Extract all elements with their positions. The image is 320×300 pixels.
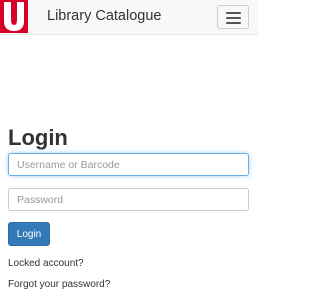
login-button[interactable]: Login	[8, 222, 50, 246]
top-navbar: Library Catalogue	[0, 0, 258, 35]
locked-account-link[interactable]: Locked account?	[8, 258, 84, 269]
university-logo[interactable]	[0, 0, 28, 33]
hamburger-menu-icon[interactable]	[217, 5, 249, 29]
menu-bar	[226, 22, 241, 24]
username-input[interactable]	[8, 153, 249, 176]
forgot-password-link[interactable]: Forgot your password?	[8, 279, 110, 290]
menu-bar	[226, 17, 241, 19]
page-title: Login	[8, 125, 68, 150]
menu-bar	[226, 12, 241, 14]
password-input[interactable]	[8, 188, 249, 211]
site-title[interactable]: Library Catalogue	[47, 8, 161, 24]
